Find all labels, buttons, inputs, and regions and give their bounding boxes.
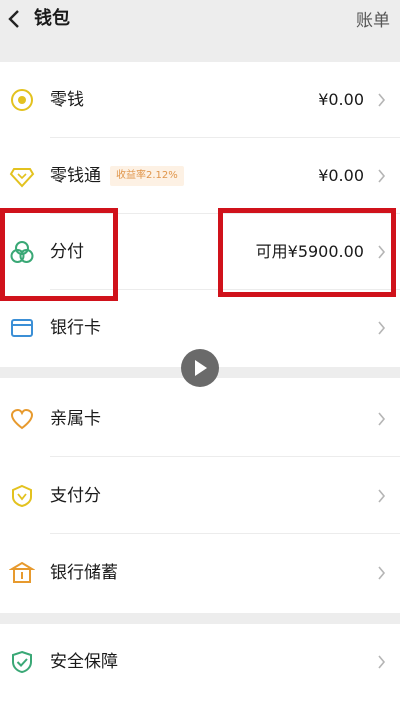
- wallet-item-label: 安全保障: [50, 652, 118, 672]
- wallet-item-label: 银行卡: [50, 318, 101, 338]
- family-card-icon: [10, 408, 34, 430]
- play-icon: [195, 360, 207, 376]
- wallet-item-label: 亲属卡: [50, 409, 101, 429]
- wallet-item-label: 支付分: [50, 486, 101, 506]
- chevron-right-icon: [378, 655, 386, 669]
- highlight-box-fenfu-label: [0, 208, 118, 301]
- wallet-item-security[interactable]: 安全保障: [0, 624, 400, 700]
- chevron-right-icon: [378, 93, 386, 107]
- wallet-item-pay-score[interactable]: 支付分: [0, 458, 400, 534]
- wallet-group-security: 安全保障: [0, 624, 400, 710]
- bank-card-icon: [11, 319, 33, 337]
- coin-icon: [11, 89, 33, 111]
- pay-score-icon: [12, 484, 32, 508]
- divider: [50, 533, 400, 534]
- diamond-icon: [9, 168, 35, 188]
- highlight-box-fenfu-value: [218, 208, 396, 297]
- wallet-item-label: 银行储蓄: [50, 563, 118, 583]
- change-plus-balance: ¥0.00: [318, 166, 364, 185]
- chevron-right-icon: [378, 489, 386, 503]
- chevron-right-icon: [378, 412, 386, 426]
- change-balance: ¥0.00: [318, 90, 364, 109]
- wallet-group-secondary: 亲属卡 支付分 银行储蓄: [0, 378, 400, 613]
- page-title: 钱包: [34, 8, 70, 29]
- yield-badge: 收益率2.12%: [110, 166, 184, 186]
- chevron-right-icon: [378, 566, 386, 580]
- chevron-right-icon: [378, 321, 386, 335]
- wallet-item-label: 零钱: [50, 90, 84, 110]
- chevron-right-icon: [378, 169, 386, 183]
- back-arrow-icon[interactable]: [6, 8, 24, 30]
- shield-icon: [12, 650, 32, 674]
- divider: [50, 456, 400, 457]
- bank-savings-icon: [9, 561, 35, 583]
- bill-button[interactable]: 账单: [356, 8, 390, 34]
- wallet-item-label: 零钱通: [50, 166, 101, 186]
- header: 钱包 账单: [0, 0, 400, 62]
- wallet-item-change[interactable]: 零钱 ¥0.00: [0, 62, 400, 138]
- wallet-item-bank-savings[interactable]: 银行储蓄: [0, 535, 400, 611]
- wallet-item-family-card[interactable]: 亲属卡: [0, 381, 400, 457]
- wallet-item-change-plus[interactable]: 零钱通 收益率2.12% ¥0.00: [0, 138, 400, 214]
- play-button[interactable]: [181, 349, 219, 387]
